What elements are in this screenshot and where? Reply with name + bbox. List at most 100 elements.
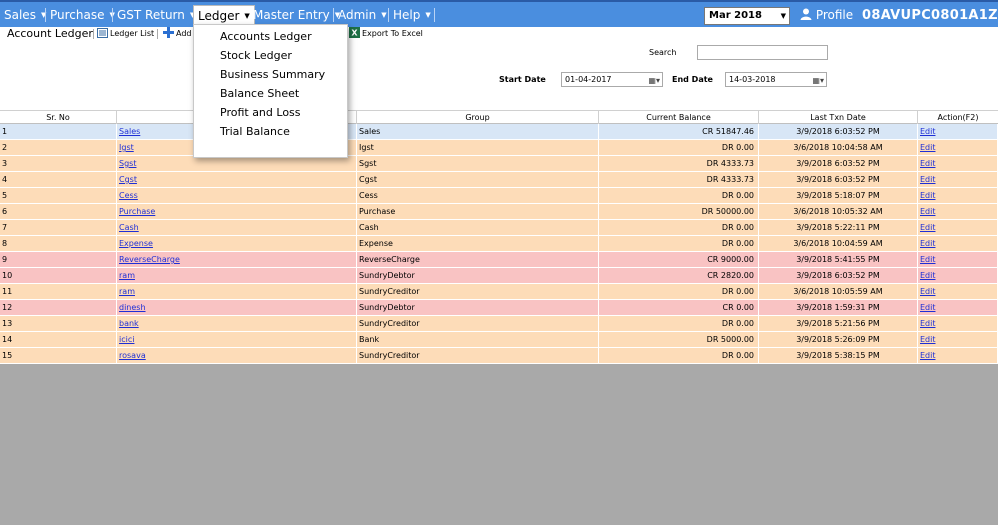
cell-last-txn-date: 3/6/2018 10:05:59 AM	[759, 284, 918, 299]
cell-edit-link[interactable]: Edit	[918, 268, 998, 283]
profile-button[interactable]: Profile	[800, 5, 853, 26]
calendar-dropdown-icon[interactable]: ▦▾	[648, 74, 660, 87]
cell-ledger-name-link[interactable]: Cash	[117, 220, 357, 235]
chevron-down-icon: ▼	[425, 11, 431, 19]
menu-item-trial-balance[interactable]: Trial Balance	[194, 122, 347, 141]
toolbar-separator	[93, 29, 94, 39]
cell-current-balance: DR 4333.73	[599, 156, 759, 171]
cell-edit-link[interactable]: Edit	[918, 188, 998, 203]
grid-header: Sr. No Group Current Balance Last Txn Da…	[0, 110, 998, 124]
cell-edit-link[interactable]: Edit	[918, 220, 998, 235]
menu-sales[interactable]: Sales ▼	[0, 5, 50, 27]
cell-edit-link[interactable]: Edit	[918, 300, 998, 315]
profile-label: Profile	[815, 8, 854, 22]
cell-ledger-name-link[interactable]: Cess	[117, 188, 357, 203]
menu-item-balance-sheet[interactable]: Balance Sheet	[194, 84, 347, 103]
table-row[interactable]: 15 rosava SundryCreditor DR 0.00 3/9/2018 5:…	[0, 348, 998, 364]
cell-ledger-name-link[interactable]: Cgst	[117, 172, 357, 187]
cell-edit-link[interactable]: Edit	[918, 172, 998, 187]
menu-item-business-summary[interactable]: Business Summary	[194, 65, 347, 84]
cell-sr-no: 9	[0, 252, 117, 267]
month-select-value: Mar 2018	[709, 10, 762, 21]
cell-ledger-name-link[interactable]: bank	[117, 316, 357, 331]
table-row[interactable]: 13 bank SundryCreditor DR 0.00 3/9/2018 5:21…	[0, 316, 998, 332]
gstin-label: 08AVUPC0801A1Z5	[862, 8, 998, 23]
calendar-dropdown-icon[interactable]: ▦▾	[812, 74, 824, 87]
ledger-list-button[interactable]: Ledger List	[97, 27, 154, 43]
table-row[interactable]: 14 icici Bank DR 5000.00 3/9/2018 5:26:09 PM…	[0, 332, 998, 348]
cell-last-txn-date: 3/9/2018 6:03:52 PM	[759, 268, 918, 283]
menu-item-stock-ledger[interactable]: Stock Ledger	[194, 46, 347, 65]
cell-edit-link[interactable]: Edit	[918, 348, 998, 363]
cell-ledger-name-link[interactable]: Expense	[117, 236, 357, 251]
cell-ledger-name-link[interactable]: ReverseCharge	[117, 252, 357, 267]
cell-current-balance: DR 4333.73	[599, 172, 759, 187]
menu-master-entry-label: Master Entry	[253, 8, 330, 22]
table-row[interactable]: 1 Sales Sales CR 51847.46 3/9/2018 6:03:52 P…	[0, 124, 998, 140]
header-group[interactable]: Group	[357, 111, 599, 124]
end-date-input[interactable]: 14-03-2018 ▦▾	[725, 72, 827, 87]
menu-purchase[interactable]: Purchase▼	[46, 5, 119, 27]
table-row[interactable]: 8 Expense Expense DR 0.00 3/6/2018 10:04:59 …	[0, 236, 998, 252]
table-row[interactable]: 10 ram SundryDebtor CR 2820.00 3/9/2018 6:03…	[0, 268, 998, 284]
cell-group: SundryDebtor	[357, 268, 599, 283]
table-row[interactable]: 12 dinesh SundryDebtor CR 0.00 3/9/2018 1:59…	[0, 300, 998, 316]
chevron-down-icon: ▼	[780, 12, 786, 20]
cell-ledger-name-link[interactable]: dinesh	[117, 300, 357, 315]
header-sr-no[interactable]: Sr. No	[0, 111, 117, 124]
cell-group: Cess	[357, 188, 599, 203]
table-row[interactable]: 3 Sgst Sgst DR 4333.73 3/9/2018 6:03:52 PM Ed…	[0, 156, 998, 172]
cell-edit-link[interactable]: Edit	[918, 284, 998, 299]
cell-ledger-name-link[interactable]: Purchase	[117, 204, 357, 219]
cell-last-txn-date: 3/9/2018 5:22:11 PM	[759, 220, 918, 235]
cell-edit-link[interactable]: Edit	[918, 156, 998, 171]
cell-group: Cash	[357, 220, 599, 235]
menu-item-accounts-ledger[interactable]: Accounts Ledger	[194, 27, 347, 46]
table-row[interactable]: 2 Igst Igst DR 0.00 3/6/2018 10:04:58 AM Edit	[0, 140, 998, 156]
cell-sr-no: 10	[0, 268, 117, 283]
cell-ledger-name-link[interactable]: ram	[117, 268, 357, 283]
search-input[interactable]	[697, 45, 828, 60]
cell-edit-link[interactable]: Edit	[918, 204, 998, 219]
cell-ledger-name-link[interactable]: ram	[117, 284, 357, 299]
cell-edit-link[interactable]: Edit	[918, 124, 998, 139]
menu-help[interactable]: Help ▼	[389, 5, 435, 27]
month-select[interactable]: Mar 2018 ▼	[704, 7, 790, 25]
header-current-balance[interactable]: Current Balance	[599, 111, 759, 124]
cell-ledger-name-link[interactable]: rosava	[117, 348, 357, 363]
table-row[interactable]: 6 Purchase Purchase DR 50000.00 3/6/2018 10:…	[0, 204, 998, 220]
add-button[interactable]: Add	[163, 27, 192, 43]
header-action[interactable]: Action(F2)	[918, 111, 998, 124]
cell-group: Purchase	[357, 204, 599, 219]
cell-edit-link[interactable]: Edit	[918, 332, 998, 347]
toolbar-area: Account Ledger Ledger List Add X Export T…	[0, 27, 998, 110]
cell-edit-link[interactable]: Edit	[918, 252, 998, 267]
cell-group: SundryDebtor	[357, 300, 599, 315]
table-row[interactable]: 9 ReverseCharge ReverseCharge CR 9000.00 3/9…	[0, 252, 998, 268]
cell-last-txn-date: 3/9/2018 5:21:56 PM	[759, 316, 918, 331]
cell-last-txn-date: 3/9/2018 5:38:15 PM	[759, 348, 918, 363]
cell-ledger-name-link[interactable]: icici	[117, 332, 357, 347]
cell-sr-no: 1	[0, 124, 117, 139]
cell-ledger-name-link[interactable]: Sgst	[117, 156, 357, 171]
table-row[interactable]: 7 Cash Cash DR 0.00 3/9/2018 5:22:11 PM Edit	[0, 220, 998, 236]
end-date-label: End Date	[672, 75, 713, 84]
cell-group: Expense	[357, 236, 599, 251]
cell-edit-link[interactable]: Edit	[918, 236, 998, 251]
cell-current-balance: CR 51847.46	[599, 124, 759, 139]
cell-edit-link[interactable]: Edit	[918, 140, 998, 155]
export-excel-button[interactable]: X Export To Excel	[349, 27, 423, 43]
header-last-txn-date[interactable]: Last Txn Date	[759, 111, 918, 124]
cell-sr-no: 11	[0, 284, 117, 299]
menu-gst-return[interactable]: GST Return▼	[113, 5, 199, 27]
menu-ledger-label: Ledger	[198, 9, 240, 23]
table-row[interactable]: 11 ram SundryCreditor DR 0.00 3/6/2018 10:05…	[0, 284, 998, 300]
table-row[interactable]: 4 Cgst Cgst DR 4333.73 3/9/2018 6:03:52 PM Ed…	[0, 172, 998, 188]
cell-last-txn-date: 3/9/2018 1:59:31 PM	[759, 300, 918, 315]
table-row[interactable]: 5 Cess Cess DR 0.00 3/9/2018 5:18:07 PM Edit	[0, 188, 998, 204]
cell-sr-no: 13	[0, 316, 117, 331]
cell-edit-link[interactable]: Edit	[918, 316, 998, 331]
menu-item-profit-and-loss[interactable]: Profit and Loss	[194, 103, 347, 122]
menu-sales-label: Sales	[4, 8, 36, 22]
start-date-input[interactable]: 01-04-2017 ▦▾	[561, 72, 663, 87]
